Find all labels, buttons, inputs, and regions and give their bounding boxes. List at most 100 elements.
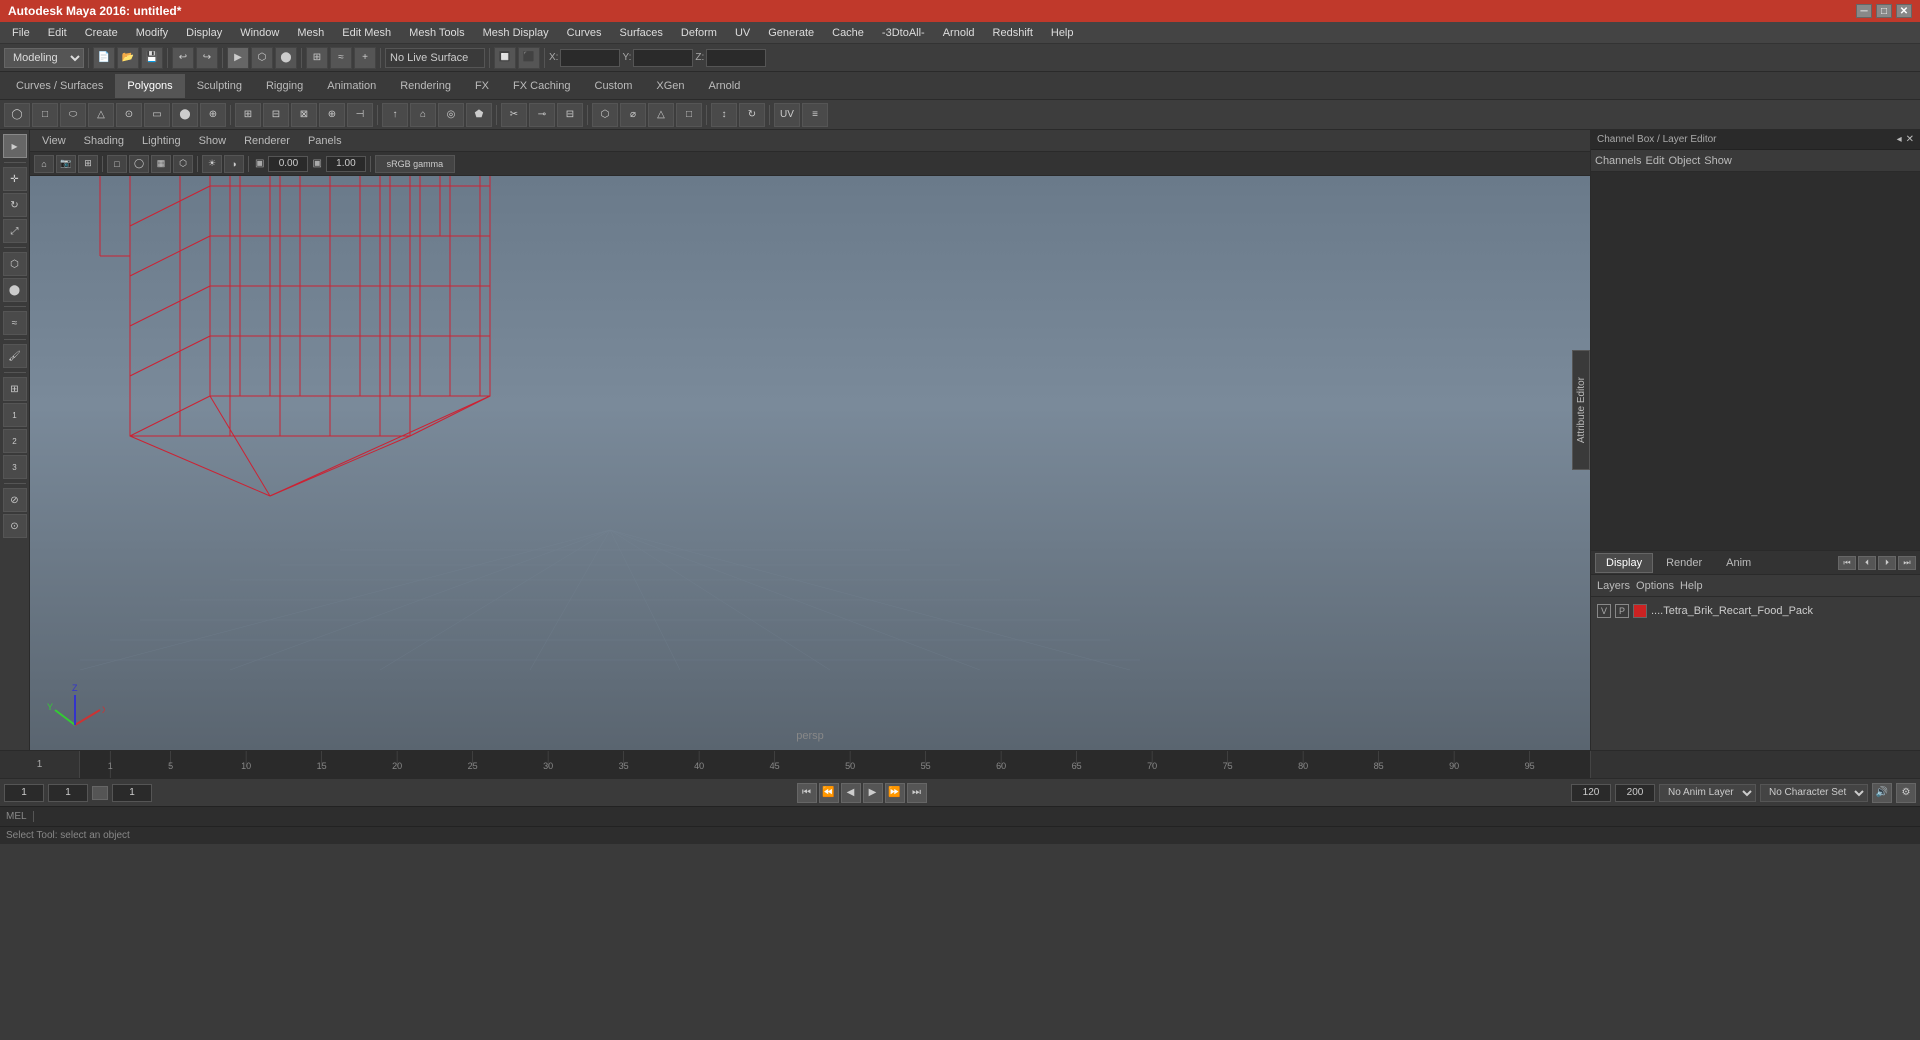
vp-value-a-input[interactable]: 0.00 bbox=[268, 156, 308, 172]
paint-tool-left[interactable]: ⬤ bbox=[3, 278, 27, 302]
viewport-3d[interactable]: persp X Y Z bbox=[30, 176, 1590, 750]
save-file-btn[interactable]: 💾 bbox=[141, 47, 163, 69]
layer-playback-btn[interactable]: P bbox=[1615, 604, 1629, 618]
tab-sculpting[interactable]: Sculpting bbox=[185, 74, 254, 98]
tab-curves-surfaces[interactable]: Curves / Surfaces bbox=[4, 74, 115, 98]
vp-menu-panels[interactable]: Panels bbox=[300, 133, 350, 149]
vp-camera-btn[interactable]: 📷 bbox=[56, 155, 76, 173]
script-input[interactable] bbox=[40, 811, 1914, 822]
boolean-btn[interactable]: ⊕ bbox=[319, 103, 345, 127]
vp-home-btn[interactable]: ⌂ bbox=[34, 155, 54, 173]
tab-rendering[interactable]: Rendering bbox=[388, 74, 463, 98]
range-display[interactable] bbox=[112, 784, 152, 802]
vp-light-btn[interactable]: ☀ bbox=[202, 155, 222, 173]
extrude-btn[interactable]: ↑ bbox=[382, 103, 408, 127]
tab-custom[interactable]: Custom bbox=[583, 74, 645, 98]
multi-cut-btn[interactable]: ✂ bbox=[501, 103, 527, 127]
cb-object-menu[interactable]: Object bbox=[1668, 155, 1700, 167]
paint-select-btn[interactable]: ⬤ bbox=[275, 47, 297, 69]
vp-menu-shading[interactable]: Shading bbox=[76, 133, 132, 149]
layer-ctrl-3[interactable]: ⏵ bbox=[1878, 556, 1896, 570]
select-tool-left[interactable]: ▸ bbox=[3, 134, 27, 158]
menu-redshift[interactable]: Redshift bbox=[985, 25, 1041, 41]
range-end-input[interactable]: 120 bbox=[1615, 784, 1655, 802]
pb-step-back[interactable]: ⏪ bbox=[819, 783, 839, 803]
vp-menu-renderer[interactable]: Renderer bbox=[236, 133, 298, 149]
resolution-btn-1[interactable]: 1 bbox=[3, 403, 27, 427]
cb-show-menu[interactable]: Show bbox=[1704, 155, 1732, 167]
channel-box-close-btn[interactable]: ✕ bbox=[1906, 134, 1914, 145]
fill-hole-btn[interactable]: ◎ bbox=[438, 103, 464, 127]
z-input[interactable] bbox=[706, 49, 766, 67]
pb-step-fwd[interactable]: ⏩ bbox=[885, 783, 905, 803]
attribute-editor-tab[interactable]: Attribute Editor bbox=[1572, 350, 1590, 470]
cb-edit-menu[interactable]: Edit bbox=[1645, 155, 1664, 167]
tab-rigging[interactable]: Rigging bbox=[254, 74, 315, 98]
tab-display[interactable]: Display bbox=[1595, 553, 1653, 573]
layer-name[interactable]: ....Tetra_Brik_Recart_Food_Pack bbox=[1651, 605, 1914, 617]
layers-menu-options[interactable]: Options bbox=[1636, 580, 1674, 592]
maximize-button[interactable]: □ bbox=[1876, 4, 1892, 18]
x-input[interactable] bbox=[560, 49, 620, 67]
menu-mesh[interactable]: Mesh bbox=[289, 25, 332, 41]
vp-bounding-btn[interactable]: ⬡ bbox=[173, 155, 193, 173]
tab-arnold[interactable]: Arnold bbox=[697, 74, 753, 98]
open-file-btn[interactable]: 📂 bbox=[117, 47, 139, 69]
menu-edit-mesh[interactable]: Edit Mesh bbox=[334, 25, 399, 41]
uv-editor-btn[interactable]: UV bbox=[774, 103, 800, 127]
snap-grid-btn[interactable]: ⊞ bbox=[306, 47, 328, 69]
uv-auto-btn[interactable]: ≡ bbox=[802, 103, 828, 127]
vp-flat-btn[interactable]: ▦ bbox=[151, 155, 171, 173]
snap-point-btn[interactable]: + bbox=[354, 47, 376, 69]
menu-file[interactable]: File bbox=[4, 25, 38, 41]
menu-deform[interactable]: Deform bbox=[673, 25, 725, 41]
move-tool-left[interactable]: ✛ bbox=[3, 167, 27, 191]
y-input[interactable] bbox=[633, 49, 693, 67]
layers-menu-layers[interactable]: Layers bbox=[1597, 580, 1630, 592]
vp-smooth-btn[interactable]: ◯ bbox=[129, 155, 149, 173]
anim-pref-btn[interactable]: ⚙ bbox=[1896, 783, 1916, 803]
menu-mesh-display[interactable]: Mesh Display bbox=[475, 25, 557, 41]
workspace-dropdown[interactable]: Modeling bbox=[4, 48, 84, 68]
pb-play-fwd[interactable]: ▶ bbox=[863, 783, 883, 803]
tab-polygons[interactable]: Polygons bbox=[115, 74, 184, 98]
layer-color-swatch[interactable] bbox=[1633, 604, 1647, 618]
offset-btn[interactable]: ⊟ bbox=[557, 103, 583, 127]
undo-btn[interactable]: ↩ bbox=[172, 47, 194, 69]
tab-anim[interactable]: Anim bbox=[1715, 553, 1762, 573]
vp-wireframe-btn[interactable]: □ bbox=[107, 155, 127, 173]
snap-curve-btn[interactable]: ≈ bbox=[330, 47, 352, 69]
pb-goto-end[interactable]: ⏭ bbox=[907, 783, 927, 803]
vp-shadow-btn[interactable]: ◑ bbox=[224, 155, 244, 173]
mirror-btn[interactable]: ⊣ bbox=[347, 103, 373, 127]
pipe-tool-btn[interactable]: ⊕ bbox=[200, 103, 226, 127]
tab-animation[interactable]: Animation bbox=[315, 74, 388, 98]
redo-btn[interactable]: ↪ bbox=[196, 47, 218, 69]
resolution-btn-3[interactable]: 3 bbox=[3, 455, 27, 479]
cube-tool-btn[interactable]: □ bbox=[32, 103, 58, 127]
menu-cache[interactable]: Cache bbox=[824, 25, 872, 41]
ipr-btn[interactable]: ⬛ bbox=[518, 47, 540, 69]
select-tool-btn[interactable]: ▶ bbox=[227, 47, 249, 69]
separate-btn[interactable]: ⊟ bbox=[263, 103, 289, 127]
combine-btn[interactable]: ⊞ bbox=[235, 103, 261, 127]
soft-select-btn[interactable]: ≈ bbox=[3, 311, 27, 335]
menu-edit[interactable]: Edit bbox=[40, 25, 75, 41]
menu-window[interactable]: Window bbox=[232, 25, 287, 41]
minimize-button[interactable]: ─ bbox=[1856, 4, 1872, 18]
layer-visible-btn[interactable]: V bbox=[1597, 604, 1611, 618]
rotate-tool-left[interactable]: ↻ bbox=[3, 193, 27, 217]
bridge-btn[interactable]: ⌂ bbox=[410, 103, 436, 127]
cone-tool-btn[interactable]: △ bbox=[88, 103, 114, 127]
sound-btn[interactable]: 🔊 bbox=[1872, 783, 1892, 803]
spin-edge-btn[interactable]: ↻ bbox=[739, 103, 765, 127]
menu-display[interactable]: Display bbox=[178, 25, 230, 41]
menu-surfaces[interactable]: Surfaces bbox=[611, 25, 670, 41]
layer-ctrl-4[interactable]: ⏭ bbox=[1898, 556, 1916, 570]
vp-menu-show[interactable]: Show bbox=[191, 133, 235, 149]
layer-ctrl-2[interactable]: ⏴ bbox=[1858, 556, 1876, 570]
new-file-btn[interactable]: 📄 bbox=[93, 47, 115, 69]
end-frame-input[interactable]: 120 bbox=[1571, 784, 1611, 802]
sculpt-btn[interactable]: 🖌 bbox=[3, 344, 27, 368]
pb-goto-start[interactable]: ⏮ bbox=[797, 783, 817, 803]
